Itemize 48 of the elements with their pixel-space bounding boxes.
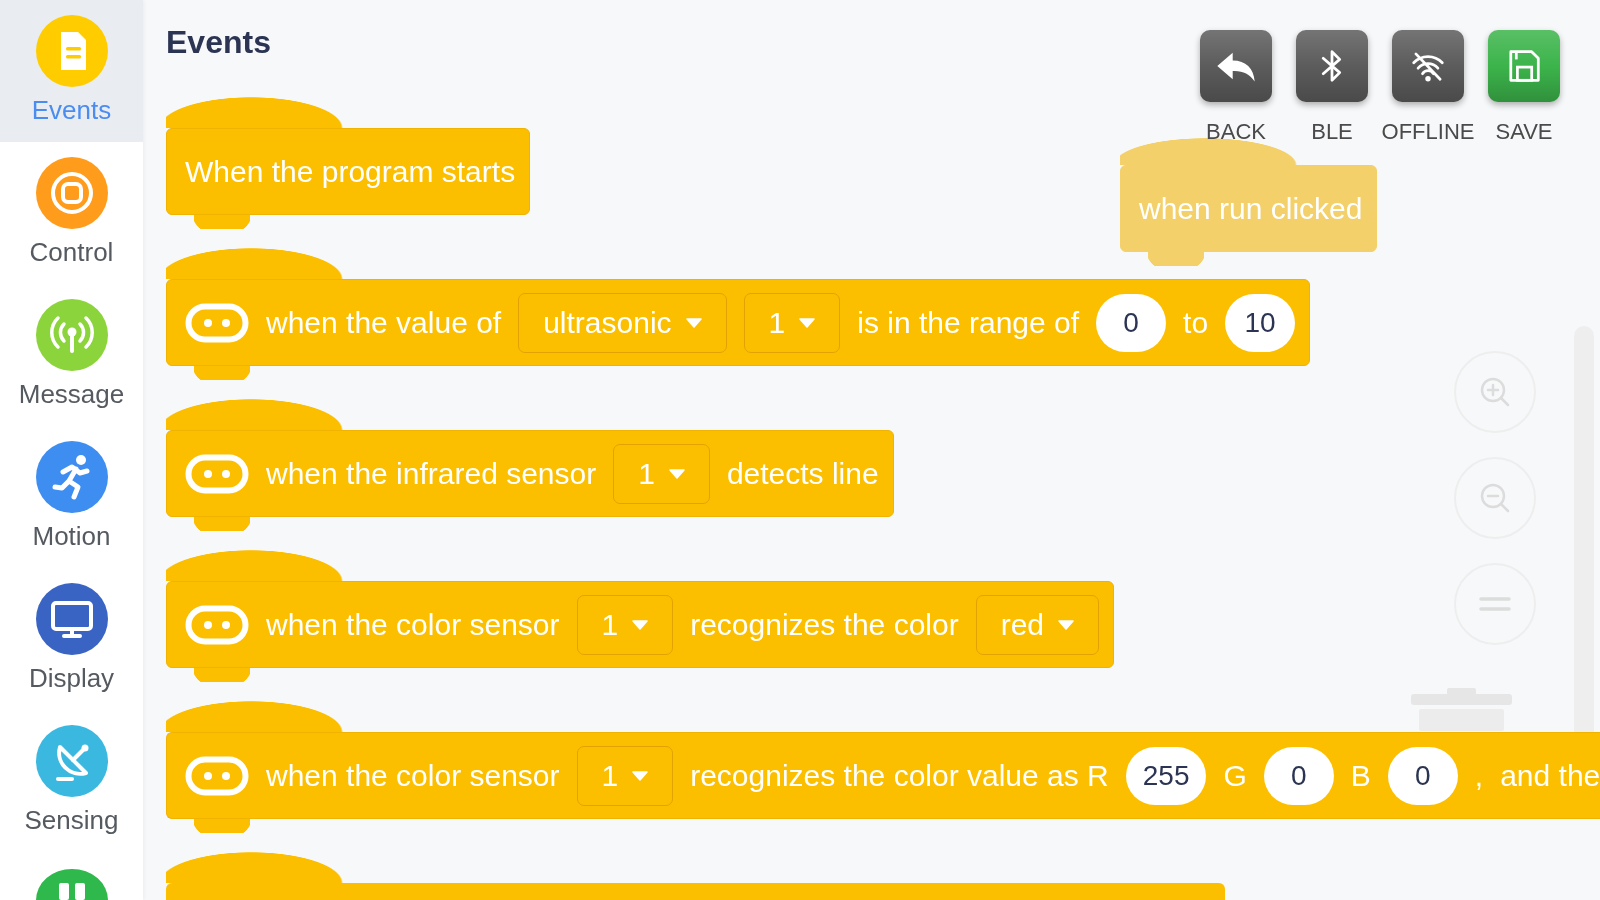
vertical-scrollbar[interactable] xyxy=(1574,326,1594,733)
category-tab[interactable]: Message xyxy=(0,284,143,426)
event-block[interactable]: when the value of ultrasonic 1 is in the range of 0 to 10 xyxy=(166,248,1311,380)
block-text: B xyxy=(1350,757,1371,794)
caret-icon xyxy=(668,468,685,479)
block-text: and the xyxy=(1500,757,1600,794)
toolbar-button[interactable] xyxy=(1296,30,1368,102)
toolbar-button[interactable] xyxy=(1488,30,1560,102)
caret-icon xyxy=(799,317,816,328)
category-tab[interactable]: Motion xyxy=(0,426,143,568)
block-text: when the infrared sensor xyxy=(266,455,597,492)
block-text: when the color sensor xyxy=(266,757,560,794)
category-tab[interactable] xyxy=(0,852,143,900)
block-text: when the value of xyxy=(266,304,502,341)
category-tab[interactable]: Control xyxy=(0,142,143,284)
button-label: OFFLINE xyxy=(1381,118,1475,146)
robot-face-icon xyxy=(185,755,249,796)
robot-face-icon xyxy=(185,604,249,645)
block-text: G xyxy=(1223,757,1247,794)
caret-icon xyxy=(632,619,649,630)
category-tab[interactable]: Sensing xyxy=(0,710,143,852)
block-text: when the color sensor xyxy=(266,606,560,643)
category-tab[interactable]: Display xyxy=(0,568,143,710)
equals-icon xyxy=(1479,596,1511,612)
event-block[interactable]: when the color sensor 1 recognizes the color value as R 255 G 0 B 0 , and the xyxy=(166,701,1600,833)
caret-icon xyxy=(632,770,649,781)
toolbar-button[interactable] xyxy=(1200,30,1272,102)
block-text: is in the range of xyxy=(857,304,1080,341)
caret-icon xyxy=(1058,619,1075,630)
number-input[interactable]: 0 xyxy=(1096,293,1167,352)
block-text: when run clicked xyxy=(1139,190,1363,227)
number-input[interactable]: 0 xyxy=(1387,746,1458,805)
number-input[interactable]: 255 xyxy=(1125,746,1207,805)
block-text: recognizes the color value as R xyxy=(690,757,1109,794)
block-text: When the program starts xyxy=(185,153,516,190)
robot-face-icon xyxy=(185,453,249,494)
robot-face-icon xyxy=(185,302,249,343)
block-text: to xyxy=(1183,304,1209,341)
workspace-title: Events xyxy=(166,23,271,62)
block-text: , xyxy=(1474,757,1484,794)
block-text: recognizes the color xyxy=(690,606,959,643)
button-label: SAVE xyxy=(1495,118,1553,146)
caret-icon xyxy=(685,317,702,328)
number-input[interactable]: 0 xyxy=(1263,746,1334,805)
trash-icon xyxy=(1411,688,1512,731)
toolbar-button[interactable] xyxy=(1392,30,1464,102)
number-input[interactable]: 10 xyxy=(1225,293,1296,352)
block-text: detects line xyxy=(726,455,879,492)
